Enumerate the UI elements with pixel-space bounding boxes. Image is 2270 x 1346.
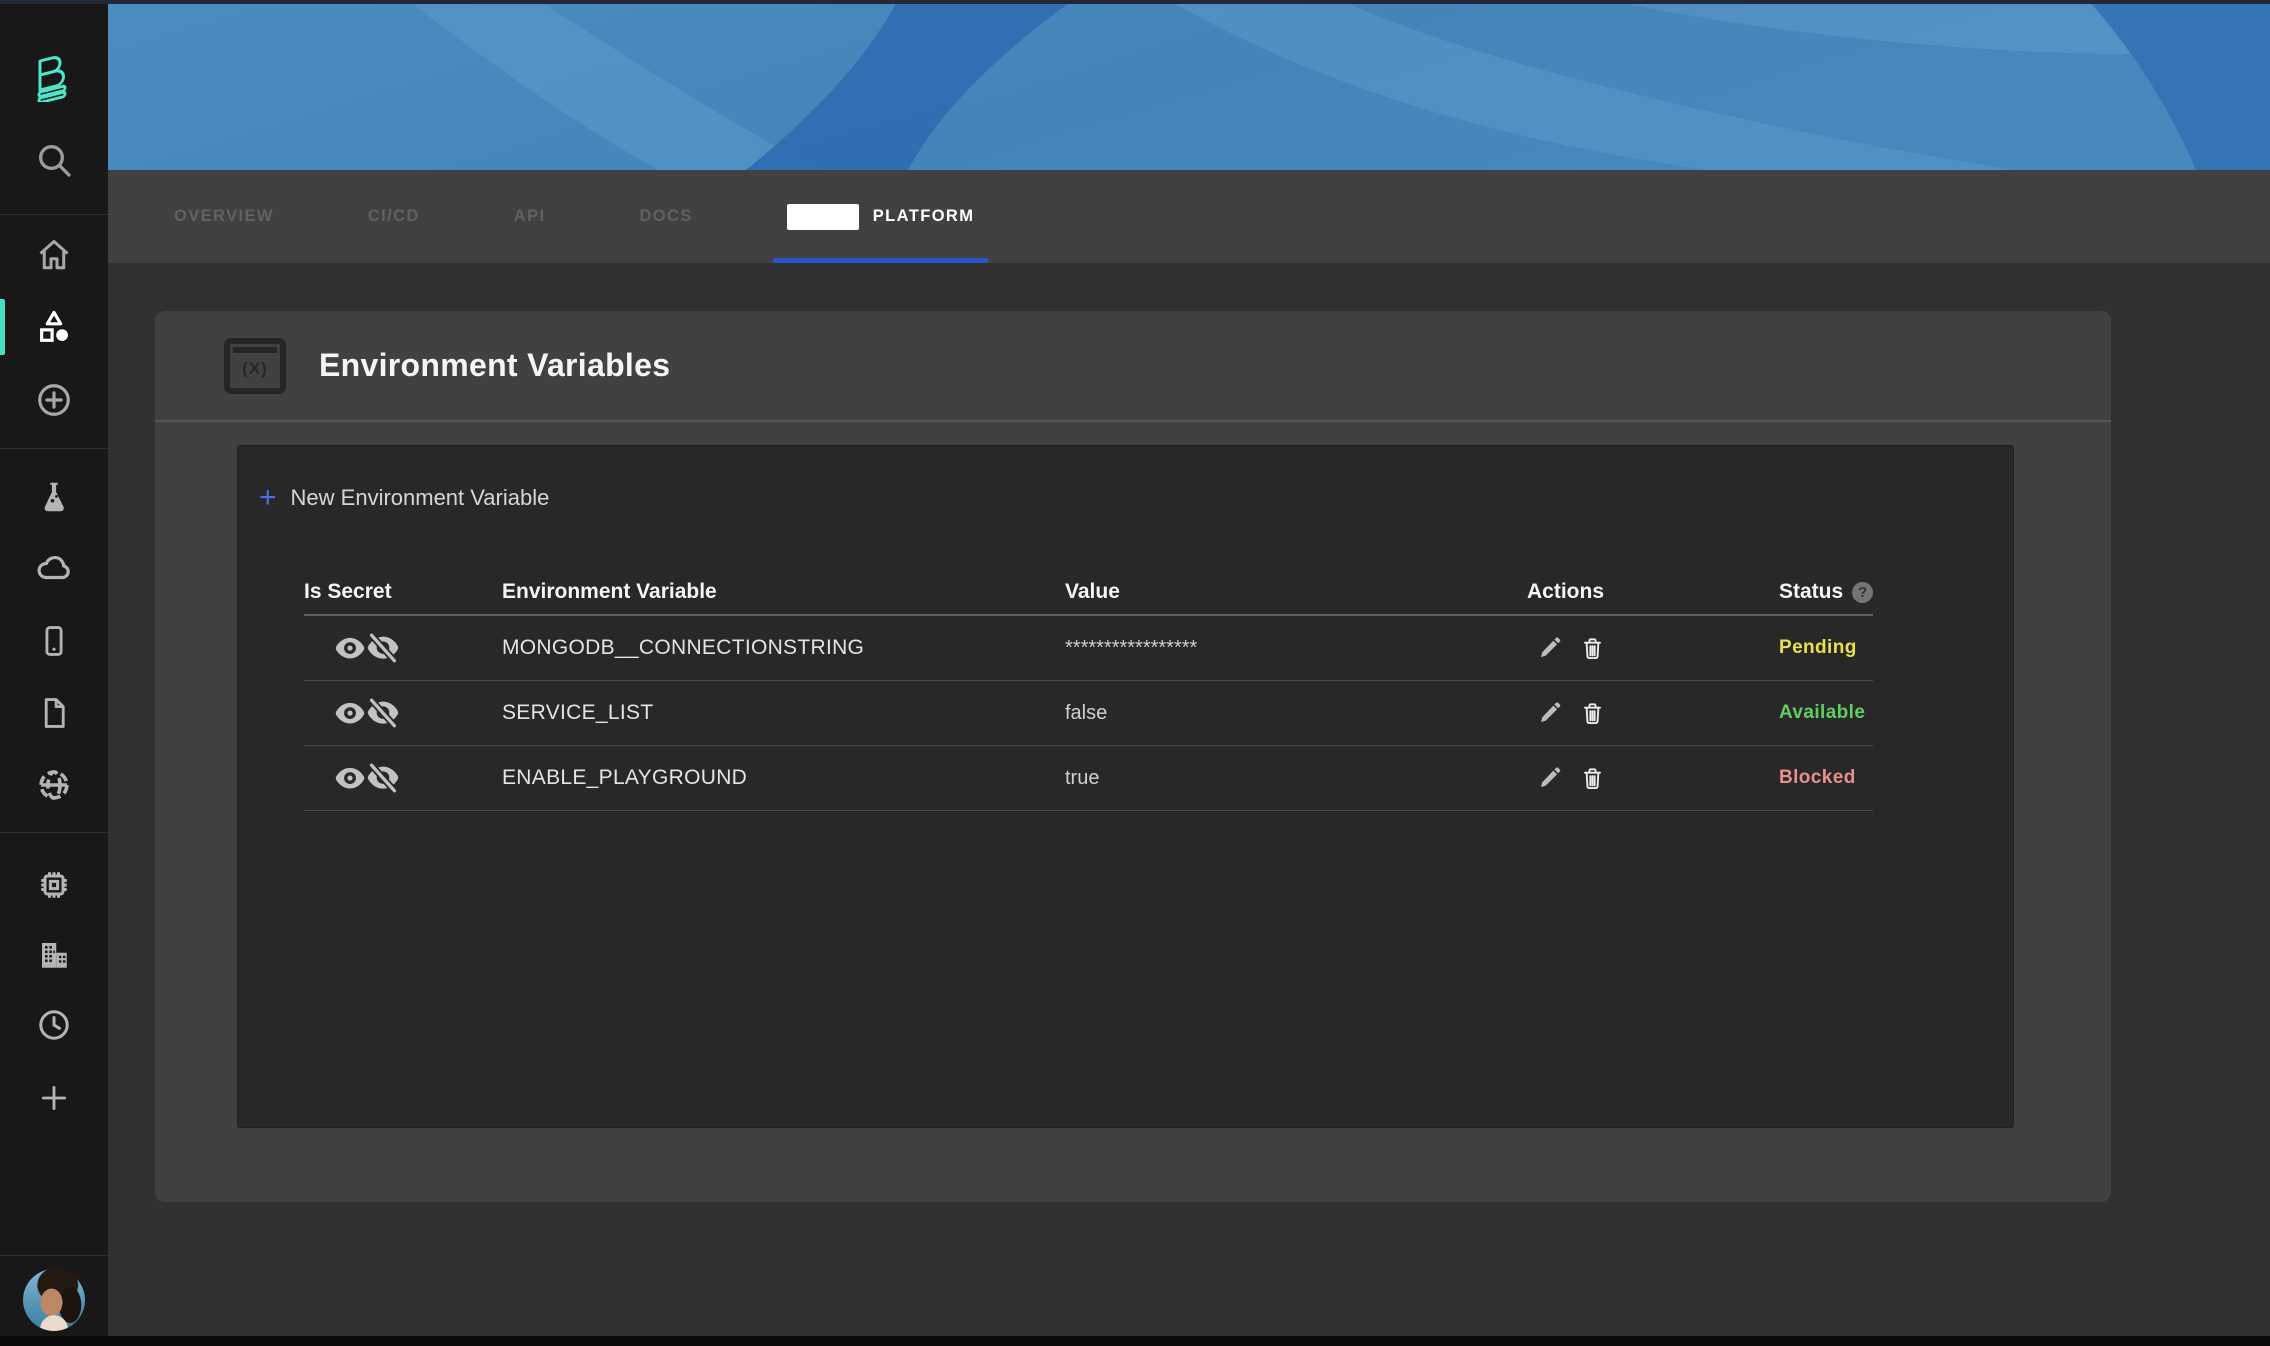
eye-off-icon[interactable] [366,633,400,663]
app-window: OVERVIEW CI/CD API DOCS PLATFORM (X) Environ… [0,0,2270,1346]
tab-label: PLATFORM [873,207,975,226]
sidebar-item-mobile[interactable] [0,613,108,669]
tab-docs[interactable]: DOCS [639,170,692,263]
sidebar-item-organization[interactable] [0,927,108,983]
col-header-value: Value [1065,580,1527,604]
env-variables-panel: + New Environment Variable Is Secret Env… [237,445,2014,1128]
sidebar-item-services[interactable] [0,299,108,355]
sidebar-item-add[interactable] [0,372,108,428]
sidebar-divider [0,1255,108,1256]
shapes-icon [35,308,73,346]
col-header-status: Status [1779,580,1843,604]
tab-label: API [514,207,546,226]
page-title: Environment Variables [319,347,670,384]
sidebar [0,0,108,1346]
tab-label: CI/CD [368,207,420,226]
sidebar-item-global[interactable] [0,757,108,813]
card-header: (X) Environment Variables [155,311,2111,422]
sidebar-item-compute[interactable] [0,857,108,913]
tab-bar: OVERVIEW CI/CD API DOCS PLATFORM [108,170,2270,263]
new-env-variable-label: New Environment Variable [291,485,550,511]
app-logo[interactable] [0,46,108,102]
sidebar-divider [0,448,108,449]
eye-icon[interactable] [334,765,366,792]
eye-off-icon[interactable] [366,698,400,728]
eye-off-icon[interactable] [366,763,400,793]
status-label: Available [1779,702,1873,724]
plus-icon: + [259,484,277,512]
delete-icon[interactable] [1579,635,1606,662]
sidebar-item-history[interactable] [0,997,108,1053]
eye-icon[interactable] [334,700,366,727]
sidebar-item-experiments[interactable] [0,469,108,525]
cloud-icon [35,549,73,587]
sidebar-item-cloud[interactable] [0,540,108,596]
delete-icon[interactable] [1579,700,1606,727]
table-header-row: Is Secret Environment Variable Value Act… [304,570,1873,616]
table-row: SERVICE_LIST false Available [304,681,1873,746]
tab-ci-cd[interactable]: CI/CD [368,170,420,263]
platform-logo-box [787,204,859,230]
environment-variables-card: (X) Environment Variables + New Environm… [155,311,2111,1202]
sidebar-divider [0,832,108,833]
table-row: MONGODB__CONNECTIONSTRING **************… [304,616,1873,681]
window-x-icon: (X) [224,338,286,394]
env-var-name: ENABLE_PLAYGROUND [502,766,1065,790]
edit-icon[interactable] [1537,700,1563,726]
search-button[interactable] [0,132,108,188]
hero-banner [108,0,2270,170]
stack-logo [28,46,80,102]
env-var-value: ***************** [1065,637,1527,660]
table-row: ENABLE_PLAYGROUND true Blocked [304,746,1873,811]
document-icon [37,696,71,730]
col-header-is-secret: Is Secret [304,580,502,604]
window-top-edge [0,0,2270,4]
env-var-name: SERVICE_LIST [502,701,1065,725]
mobile-icon [37,624,71,658]
status-label: Pending [1779,637,1873,659]
env-var-value: false [1065,702,1527,725]
sidebar-item-new[interactable] [0,1070,108,1126]
tab-label: DOCS [639,207,692,226]
col-header-actions: Actions [1527,580,1779,604]
sidebar-item-documents[interactable] [0,685,108,741]
search-icon [34,140,74,180]
env-var-name: MONGODB__CONNECTIONSTRING [502,636,1065,660]
clock-icon [36,1007,72,1043]
status-help-icon[interactable]: ? [1852,582,1873,603]
home-icon [36,237,72,273]
globe-icon [36,767,72,803]
sidebar-item-home[interactable] [0,227,108,283]
tab-label: OVERVIEW [174,207,274,226]
plus-icon [37,1081,71,1115]
delete-icon[interactable] [1579,765,1606,792]
status-label: Blocked [1779,767,1873,789]
user-avatar[interactable] [23,1269,85,1331]
sidebar-divider [0,214,108,215]
banner-art [108,0,2270,170]
window-bottom-edge [0,1336,2270,1346]
flask-icon [36,479,72,515]
eye-icon[interactable] [334,635,366,662]
building-icon [36,937,72,973]
add-circle-icon [35,381,73,419]
tab-platform[interactable]: PLATFORM [787,170,975,263]
env-variables-table: Is Secret Environment Variable Value Act… [304,570,1873,811]
chip-icon [36,867,72,903]
edit-icon[interactable] [1537,765,1563,791]
col-header-name: Environment Variable [502,580,1065,604]
env-var-value: true [1065,767,1527,790]
new-env-variable-button[interactable]: + New Environment Variable [259,482,549,514]
tab-api[interactable]: API [514,170,546,263]
tab-overview[interactable]: OVERVIEW [174,170,274,263]
edit-icon[interactable] [1537,635,1563,661]
